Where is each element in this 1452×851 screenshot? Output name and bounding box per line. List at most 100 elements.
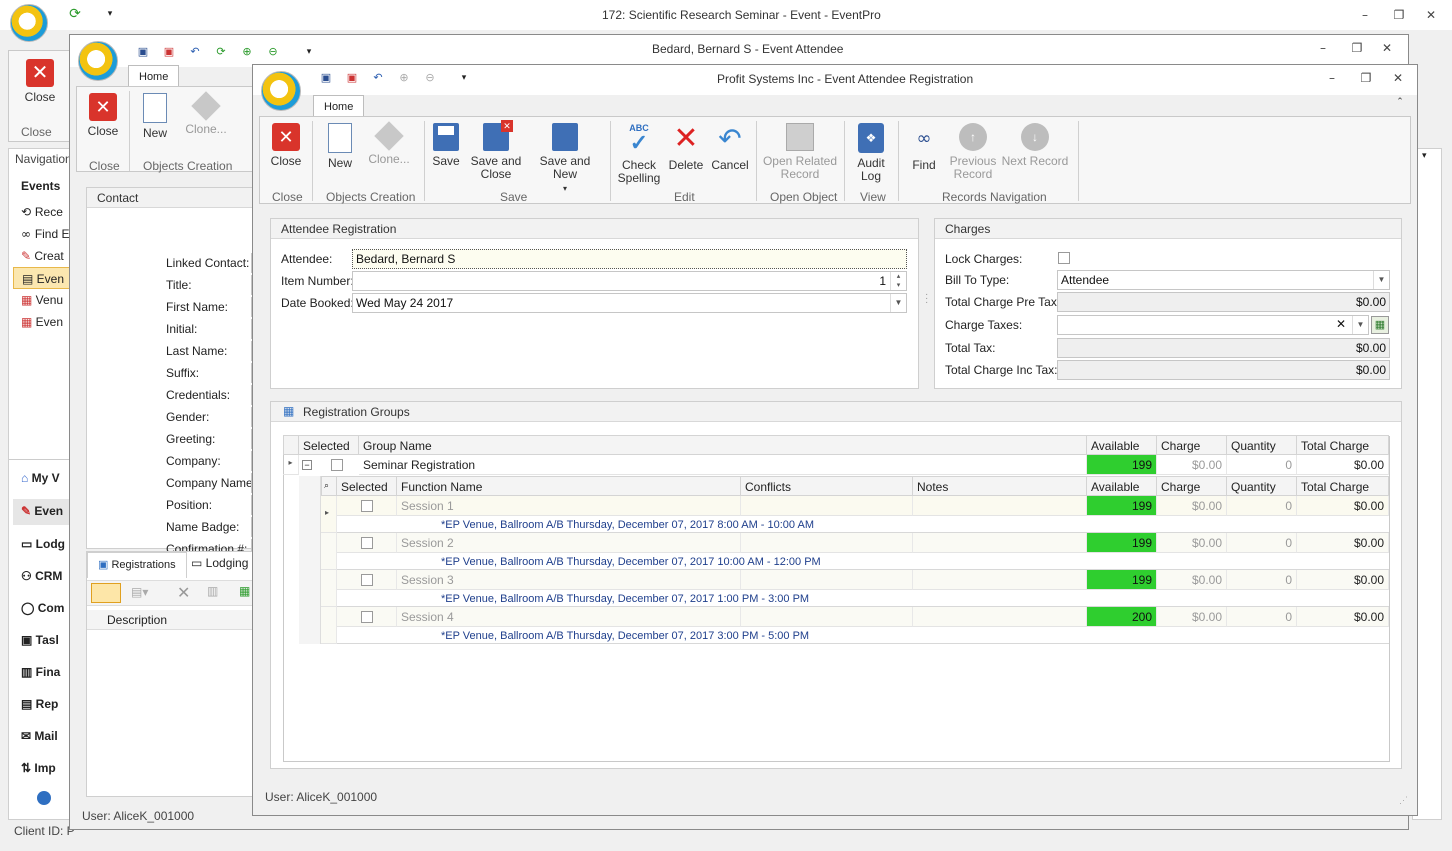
- undo-icon[interactable]: ↶: [371, 71, 385, 85]
- sub-column-header[interactable]: Quantity: [1227, 476, 1297, 496]
- copy-icon[interactable]: ▤▾: [131, 585, 148, 599]
- nav-events[interactable]: ▤ Even: [13, 267, 71, 289]
- lock-charges-checkbox[interactable]: [1058, 252, 1070, 264]
- clear-x-icon[interactable]: ✕: [1336, 317, 1346, 331]
- session-selected-checkbox[interactable]: [361, 574, 373, 586]
- attendee-field[interactable]: Bedard, Bernard S: [352, 249, 907, 269]
- up-arrow-icon[interactable]: ⊕: [397, 71, 411, 85]
- collapse-group-icon[interactable]: −: [302, 460, 312, 470]
- reg-next-record-button[interactable]: ↓ Next Record: [1000, 123, 1070, 168]
- registration-close[interactable]: ✕: [1391, 71, 1405, 85]
- nav-import[interactable]: ⇅ Imp: [21, 761, 56, 775]
- quick-access-dropdown-icon[interactable]: ▾: [302, 45, 316, 59]
- reg-find-button[interactable]: ∞ Find: [902, 123, 946, 172]
- attendee-close-button[interactable]: ✕ Close: [83, 93, 123, 138]
- attendee-clone-button[interactable]: Clone...: [181, 91, 231, 136]
- registration-home-tab[interactable]: Home: [313, 95, 365, 117]
- nav-mail[interactable]: ✉ Mail: [21, 729, 58, 743]
- item-number-spinner-icon[interactable]: ▴ ▾: [890, 272, 906, 290]
- refresh-icon[interactable]: ⟳: [68, 7, 82, 21]
- refresh-icon[interactable]: ⟳: [214, 45, 228, 59]
- registration-minimize[interactable]: –: [1325, 71, 1339, 85]
- nav-tasks[interactable]: ▣ Tasl: [21, 633, 59, 647]
- reg-previous-record-button[interactable]: ↑ Previous Record: [948, 123, 998, 181]
- nav-event-2[interactable]: ▦ Even: [21, 315, 63, 329]
- grid-column-header[interactable]: Quantity: [1227, 435, 1297, 455]
- bill-to-type-select[interactable]: Attendee ▼: [1057, 270, 1390, 290]
- nav-reports[interactable]: ▤ Rep: [21, 697, 58, 711]
- save-close-icon[interactable]: ▣: [345, 71, 359, 85]
- sub-column-header[interactable]: Function Name: [397, 476, 741, 496]
- date-dropdown-icon[interactable]: ▼: [890, 294, 906, 312]
- sub-column-header[interactable]: Notes: [913, 476, 1087, 496]
- sub-column-header[interactable]: Available: [1087, 476, 1157, 496]
- reg-audit-log-button[interactable]: ❖ Audit Log: [848, 123, 894, 183]
- sub-column-header[interactable]: Selected: [337, 476, 397, 496]
- registrations-tab[interactable]: ▣ Registrations: [87, 552, 187, 578]
- nav-lodging[interactable]: ▭ Lodg: [21, 537, 65, 551]
- reg-check-spelling-button[interactable]: ABC ✓ Check Spelling: [614, 123, 664, 185]
- grid-column-header[interactable]: Group Name: [359, 435, 1087, 455]
- date-booked-field[interactable]: Wed May 24 2017 ▼: [352, 293, 907, 313]
- grid-column-header[interactable]: Total Charge: [1297, 435, 1389, 455]
- session-row-indicator[interactable]: [321, 607, 337, 644]
- restore-button[interactable]: ❐: [1392, 8, 1406, 22]
- nav-find[interactable]: ∞ Find E: [21, 227, 70, 241]
- delete-icon[interactable]: ✕: [177, 583, 190, 603]
- reg-open-related-button[interactable]: Open Related Record: [760, 123, 840, 181]
- expand-row-icon[interactable]: ▸: [283, 455, 299, 475]
- reg-new-button[interactable]: New: [318, 123, 362, 170]
- reg-save-button[interactable]: Save: [426, 123, 466, 168]
- session-selected-checkbox[interactable]: [361, 611, 373, 623]
- registration-restore[interactable]: ❐: [1359, 71, 1373, 85]
- reg-clone-button[interactable]: Clone...: [364, 121, 414, 166]
- main-collapse-icon[interactable]: ▾: [1422, 150, 1427, 161]
- up-arrow-icon[interactable]: ⊕: [240, 45, 254, 59]
- nav-finance[interactable]: ▥ Fina: [21, 665, 60, 679]
- save-close-icon[interactable]: ▣: [162, 45, 176, 59]
- nav-crm[interactable]: ⚇ CRM: [21, 569, 62, 583]
- nav-recent[interactable]: ⟲ Rece: [21, 205, 63, 219]
- nav-events-module[interactable]: ✎ Even: [13, 499, 71, 525]
- minimize-button[interactable]: –: [1358, 8, 1372, 22]
- splitter-handle[interactable]: · · ·: [925, 290, 928, 308]
- save-icon[interactable]: ▣: [319, 71, 333, 85]
- ribbon-collapse-icon[interactable]: ⌃: [1393, 95, 1407, 109]
- lodging-tab[interactable]: ▭ Lodging: [191, 556, 248, 570]
- charge-taxes-field[interactable]: ✕ ▼: [1057, 315, 1369, 335]
- session-selected-checkbox[interactable]: [361, 500, 373, 512]
- item-number-field[interactable]: 1 ▴ ▾: [352, 271, 907, 291]
- quick-access-dropdown-icon[interactable]: ▾: [103, 7, 117, 21]
- tax-editor-icon[interactable]: ▦: [1371, 316, 1389, 334]
- reg-save-new-button[interactable]: Save and New ▾: [528, 123, 602, 195]
- down-arrow-icon[interactable]: ⊖: [423, 71, 437, 85]
- print-icon[interactable]: ▥: [207, 584, 218, 598]
- close-window-button[interactable]: ✕: [1424, 8, 1438, 22]
- group-selected-checkbox[interactable]: [331, 459, 343, 471]
- attendee-restore[interactable]: ❐: [1350, 41, 1364, 55]
- session-row-indicator[interactable]: [321, 570, 337, 607]
- export-icon[interactable]: ▦: [239, 584, 250, 598]
- reg-delete-button[interactable]: ✕ Delete: [664, 123, 708, 172]
- nav-my-view[interactable]: ⌂ My V: [21, 471, 60, 485]
- sub-column-header[interactable]: Charge: [1157, 476, 1227, 496]
- grid-column-header[interactable]: Available: [1087, 435, 1157, 455]
- save-icon[interactable]: ▣: [136, 45, 150, 59]
- session-row-indicator[interactable]: [321, 533, 337, 570]
- attendee-minimize[interactable]: –: [1316, 41, 1330, 55]
- bill-to-dropdown-icon[interactable]: ▼: [1373, 271, 1389, 289]
- nav-venues[interactable]: ▦ Venu: [21, 293, 63, 307]
- sub-search-icon[interactable]: ⌕: [321, 476, 337, 496]
- session-row-indicator[interactable]: ▸: [321, 496, 337, 533]
- new-record-icon[interactable]: [91, 583, 121, 603]
- nav-config-icon[interactable]: [37, 791, 51, 805]
- sub-column-header[interactable]: Conflicts: [741, 476, 913, 496]
- attendee-new-button[interactable]: New: [135, 93, 175, 140]
- reg-cancel-button[interactable]: ↶ Cancel: [708, 123, 752, 172]
- grid-column-header[interactable]: Charge: [1157, 435, 1227, 455]
- main-close-button[interactable]: ✕ Close: [17, 59, 63, 104]
- quick-access-dropdown-icon[interactable]: ▾: [457, 71, 471, 85]
- session-selected-checkbox[interactable]: [361, 537, 373, 549]
- attendee-home-tab[interactable]: Home: [128, 65, 180, 87]
- reg-save-close-button[interactable]: ✕ Save and Close: [470, 120, 522, 181]
